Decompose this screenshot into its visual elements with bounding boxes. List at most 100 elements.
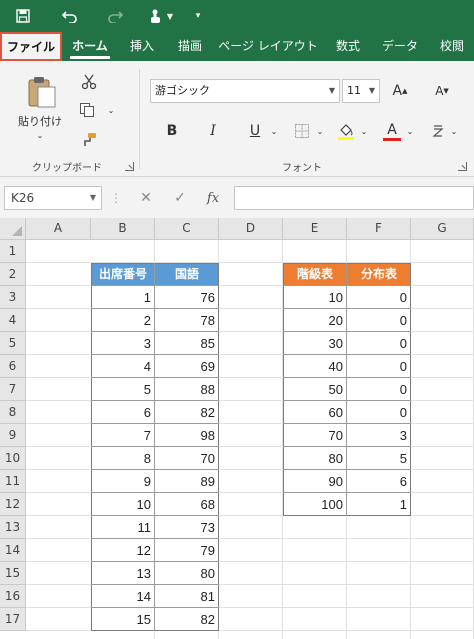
row-header-14[interactable]: 14	[0, 539, 26, 562]
tab-draw[interactable]: 描画	[168, 32, 212, 61]
row-header-4[interactable]: 4	[0, 309, 26, 332]
table1-cell[interactable]: 8	[91, 447, 155, 470]
table1-cell[interactable]: 73	[155, 516, 219, 539]
table1-cell[interactable]: 89	[155, 470, 219, 493]
table1-cell[interactable]: 14	[91, 585, 155, 608]
underline-dropdown-icon[interactable]: ⌄	[268, 119, 280, 143]
table1-cell[interactable]: 81	[155, 585, 219, 608]
tab-data[interactable]: データ	[376, 32, 424, 61]
undo-icon[interactable]	[58, 5, 82, 27]
table1-cell[interactable]: 78	[155, 309, 219, 332]
fill-color-icon[interactable]	[334, 117, 358, 145]
table1-cell[interactable]: 2	[91, 309, 155, 332]
table1-cell[interactable]: 12	[91, 539, 155, 562]
font-size-combo[interactable]: 11 ▼	[342, 79, 380, 103]
redo-icon[interactable]	[103, 5, 127, 27]
table1-cell[interactable]: 79	[155, 539, 219, 562]
table2-cell[interactable]: 0	[347, 378, 411, 401]
formula-input[interactable]	[234, 186, 474, 210]
row-header-5[interactable]: 5	[0, 332, 26, 355]
row-header-9[interactable]: 9	[0, 424, 26, 447]
table1-cell[interactable]: 5	[91, 378, 155, 401]
row-header-8[interactable]: 8	[0, 401, 26, 424]
column-header-a[interactable]: A	[26, 218, 91, 240]
paste-button-label[interactable]: 貼り付け	[14, 113, 66, 129]
table1-cell[interactable]: 80	[155, 562, 219, 585]
font-name-combo[interactable]: 游ゴシック ▼	[150, 79, 340, 103]
table2-cell[interactable]: 20	[283, 309, 347, 332]
italic-button[interactable]: I	[201, 119, 225, 143]
table1-cell[interactable]: 85	[155, 332, 219, 355]
font-size-dropdown-icon[interactable]: ▼	[369, 80, 375, 102]
row-header-1[interactable]: 1	[0, 240, 26, 263]
table2-cell[interactable]: 10	[283, 286, 347, 309]
table1-cell[interactable]: 68	[155, 493, 219, 516]
column-header-g[interactable]: G	[411, 218, 474, 240]
format-painter-icon[interactable]	[78, 129, 100, 151]
copy-icon[interactable]	[76, 99, 98, 121]
select-all-button[interactable]	[0, 218, 26, 240]
row-header-2[interactable]: 2	[0, 263, 26, 286]
name-box-dropdown-icon[interactable]: ▼	[90, 187, 96, 209]
tab-review[interactable]: 校閲	[430, 32, 474, 61]
name-box[interactable]: K26 ▼	[4, 186, 102, 210]
table1-cell[interactable]: 76	[155, 286, 219, 309]
row-header-12[interactable]: 12	[0, 493, 26, 516]
table2-cell[interactable]: 60	[283, 401, 347, 424]
borders-icon[interactable]	[290, 119, 314, 143]
enter-icon[interactable]: ✓	[170, 189, 190, 207]
row-header-10[interactable]: 10	[0, 447, 26, 470]
row-header-15[interactable]: 15	[0, 562, 26, 585]
table1-cell[interactable]: 82	[155, 608, 219, 631]
table1-cell[interactable]: 70	[155, 447, 219, 470]
tab-file[interactable]: ファイル	[0, 32, 62, 61]
shrink-font-icon[interactable]: A ▼	[430, 79, 454, 103]
tab-page-layout[interactable]: ページ レイアウト	[218, 32, 318, 61]
font-color-icon[interactable]: A	[380, 117, 404, 145]
row-header-16[interactable]: 16	[0, 585, 26, 608]
table1-cell[interactable]: 69	[155, 355, 219, 378]
table1-cell[interactable]: 15	[91, 608, 155, 631]
table1-cell[interactable]: 10	[91, 493, 155, 516]
copy-dropdown-icon[interactable]: ⌄	[104, 103, 118, 117]
font-color-dropdown-icon[interactable]: ⌄	[404, 119, 416, 143]
column-header-d[interactable]: D	[219, 218, 283, 240]
table1-cell[interactable]: 98	[155, 424, 219, 447]
table1-cell[interactable]: 6	[91, 401, 155, 424]
table1-cell[interactable]: 3	[91, 332, 155, 355]
table2-cell[interactable]: 50	[283, 378, 347, 401]
paste-dropdown-icon[interactable]: ⌄	[32, 129, 48, 141]
column-header-c[interactable]: C	[155, 218, 219, 240]
table2-cell[interactable]: 5	[347, 447, 411, 470]
phonetic-dropdown-icon[interactable]: ⌄	[448, 119, 460, 143]
phonetic-guide-icon[interactable]	[428, 119, 448, 143]
table1-cell[interactable]: 1	[91, 286, 155, 309]
cancel-icon[interactable]: ✕	[136, 189, 156, 207]
save-icon[interactable]	[12, 5, 34, 27]
bold-button[interactable]: B	[160, 119, 184, 143]
table1-cell[interactable]: 11	[91, 516, 155, 539]
row-header-3[interactable]: 3	[0, 286, 26, 309]
table2-cell[interactable]: 80	[283, 447, 347, 470]
grow-font-icon[interactable]: A ▲	[388, 79, 412, 103]
tab-home[interactable]: ホーム	[64, 32, 116, 61]
font-name-dropdown-icon[interactable]: ▼	[329, 80, 335, 102]
row-header-13[interactable]: 13	[0, 516, 26, 539]
table2-cell[interactable]: 0	[347, 355, 411, 378]
font-launcher-icon[interactable]	[458, 162, 467, 171]
underline-button[interactable]: U	[242, 119, 268, 143]
table2-cell[interactable]: 40	[283, 355, 347, 378]
tab-formulas[interactable]: 数式	[328, 32, 368, 61]
table2-cell[interactable]: 30	[283, 332, 347, 355]
table1-cell[interactable]: 7	[91, 424, 155, 447]
table1-cell[interactable]: 13	[91, 562, 155, 585]
customize-qat-icon[interactable]: ▾	[190, 5, 206, 27]
table1-cell[interactable]: 4	[91, 355, 155, 378]
table2-cell[interactable]: 90	[283, 470, 347, 493]
table2-cell[interactable]: 0	[347, 309, 411, 332]
column-header-b[interactable]: B	[91, 218, 155, 240]
row-header-17[interactable]: 17	[0, 608, 26, 631]
column-header-f[interactable]: F	[347, 218, 411, 240]
table2-cell[interactable]: 0	[347, 332, 411, 355]
fill-color-dropdown-icon[interactable]: ⌄	[358, 119, 370, 143]
